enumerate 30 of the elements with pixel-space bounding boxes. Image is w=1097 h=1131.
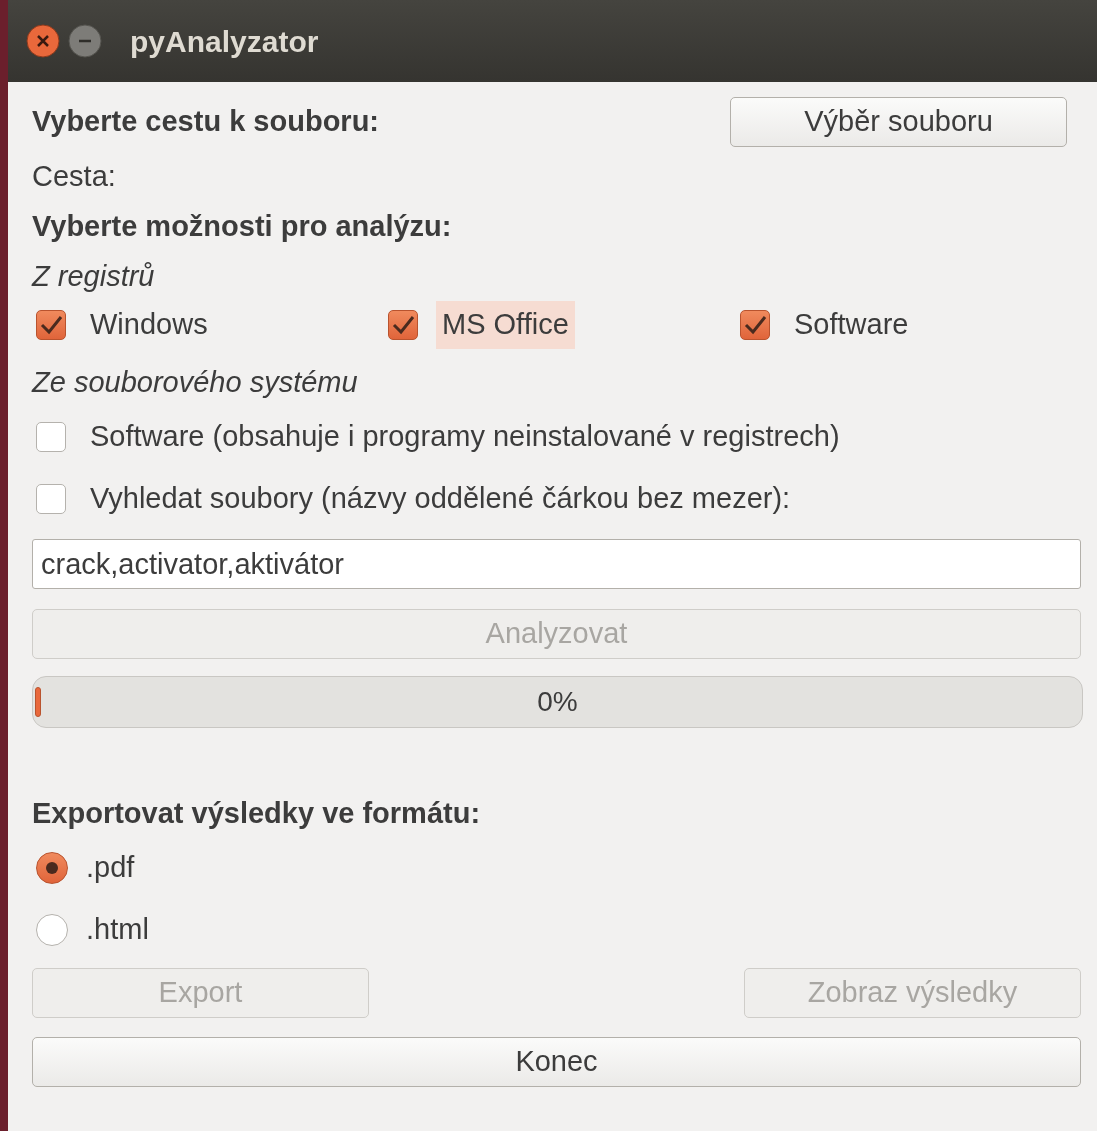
checkbox-label: MS Office: [436, 301, 575, 349]
checkbox-label: Vyhledat soubory (názvy oddělené čárkou bez mezer):: [89, 481, 792, 517]
close-icon[interactable]: [26, 24, 60, 58]
checkbox-label: Software (obsahuje i programy neinstalované v registrech): [89, 419, 841, 455]
group-title: Z registrů: [32, 259, 155, 295]
check-icon: [743, 315, 767, 335]
checkbox-label: Windows: [89, 307, 209, 343]
check-icon: [391, 315, 415, 335]
checkbox-label: Software: [793, 307, 910, 343]
checkbox[interactable]: [388, 310, 418, 340]
radio-label: .pdf: [86, 850, 135, 886]
section-heading: Vyberte cestu k souboru:: [32, 104, 379, 140]
section-heading: Vyberte možnosti pro analýzu:: [32, 209, 452, 245]
minimize-icon[interactable]: [68, 24, 102, 58]
checkbox[interactable]: [36, 422, 66, 452]
search-field[interactable]: crack,activator,aktivátor: [32, 539, 1081, 589]
file-select-button[interactable]: Výběr souboru: [730, 97, 1067, 147]
checkbox[interactable]: [740, 310, 770, 340]
group-title: Ze souborového systému: [32, 365, 358, 401]
checkbox[interactable]: [36, 484, 66, 514]
radio-button[interactable]: [36, 852, 68, 884]
progress-reading: 0%: [537, 685, 578, 719]
check-icon: [39, 315, 63, 335]
window-title: pyAnalyzator: [130, 23, 319, 60]
radio-label: .html: [86, 912, 149, 948]
checkbox[interactable]: [36, 310, 66, 340]
quit-button[interactable]: Konec: [32, 1037, 1081, 1087]
path-label: Cesta:: [32, 159, 116, 195]
radio-button[interactable]: [36, 914, 68, 946]
section-heading: Exportovat výsledky ve formátu:: [32, 796, 481, 832]
